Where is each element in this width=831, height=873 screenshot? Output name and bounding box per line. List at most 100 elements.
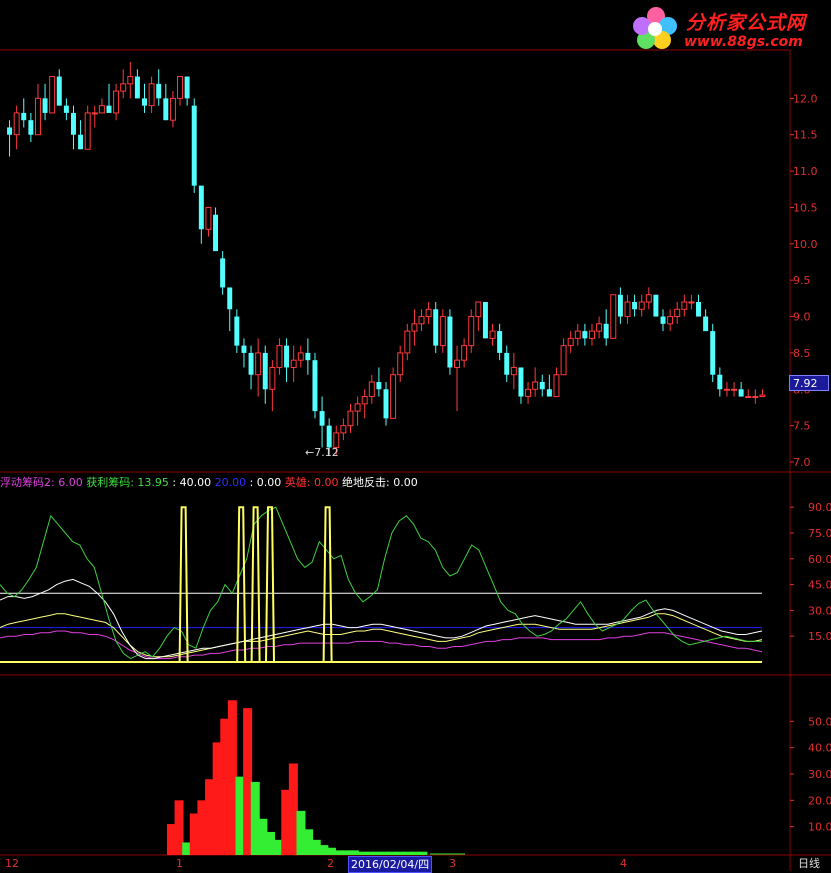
candle-body — [489, 330, 496, 339]
candle-body — [596, 323, 603, 332]
x-label-mar: 3 — [449, 857, 456, 870]
candle-body — [276, 345, 283, 368]
candle-body — [653, 294, 659, 317]
candle-body — [70, 112, 76, 135]
candle-body — [326, 425, 332, 448]
indicator-tick-label: 90.0 — [808, 501, 831, 514]
candle-body — [397, 352, 404, 376]
candle-body — [49, 76, 56, 114]
candle-body — [447, 316, 453, 368]
indicator-tick-label: 30.0 — [808, 604, 831, 617]
candle-body — [98, 105, 105, 114]
legend-blue-line: 20.00 — [211, 476, 247, 489]
candle-body — [241, 345, 247, 353]
price-tick-label: 8.5 — [793, 347, 811, 360]
price-tick-label: 9.0 — [793, 311, 811, 324]
candle-body — [191, 105, 197, 186]
legend-counterattack: 绝地反击: 0.00 — [338, 476, 418, 489]
period-label[interactable]: 日线 — [798, 856, 820, 871]
volume-tick-label: 30.0 — [808, 768, 831, 781]
candle-body — [120, 83, 127, 92]
legend-profit-chips: 获利筹码: 13.95 — [82, 476, 169, 489]
candle-body — [284, 345, 290, 368]
indicator-tick-label: 60.0 — [808, 553, 831, 566]
candle-body — [28, 120, 34, 135]
candle-body — [290, 359, 297, 368]
candle-body — [404, 330, 411, 354]
candle-body — [106, 105, 112, 113]
candle-body — [184, 76, 190, 99]
last-price-tag: 7.92 — [789, 375, 829, 391]
volume-tick-label: 50.0 — [808, 715, 831, 728]
candle-body — [255, 352, 262, 376]
candle-body — [638, 301, 645, 310]
candle-body — [262, 352, 268, 390]
price-tick-label: 9.5 — [793, 274, 811, 287]
candle-body — [127, 76, 134, 85]
candle-body — [745, 396, 752, 399]
candle-body — [553, 374, 560, 398]
candle-body — [532, 381, 539, 390]
profit-chips-line — [0, 506, 762, 660]
candle-body — [738, 389, 744, 397]
candle-body — [632, 302, 638, 310]
candle-body — [198, 185, 204, 230]
candle-body — [305, 352, 311, 361]
x-label-dec: 12 — [5, 857, 19, 870]
candle-body — [645, 294, 652, 303]
candle-body — [148, 83, 155, 107]
candle-body — [454, 359, 461, 368]
candle-body — [696, 302, 702, 317]
candle-body — [376, 382, 382, 390]
candle-body — [660, 316, 666, 324]
candle-body — [411, 323, 418, 332]
candle-body — [710, 331, 716, 375]
candle-body — [213, 214, 219, 252]
candle-body — [617, 294, 623, 317]
candle-body — [518, 367, 524, 397]
candle-body — [439, 316, 446, 347]
candle-body — [361, 396, 368, 405]
candle-body — [504, 352, 510, 375]
candle-body — [752, 396, 759, 399]
candle-body — [354, 403, 361, 412]
candle-body — [227, 287, 233, 310]
candle-body — [63, 105, 69, 113]
candle-body — [78, 134, 84, 150]
candle-body — [297, 352, 304, 361]
price-tick-label: 11.0 — [793, 165, 818, 178]
candle-body — [319, 411, 325, 426]
candle-body — [177, 76, 184, 99]
candle-body — [574, 330, 581, 339]
candle-body — [433, 309, 439, 346]
candle-body — [497, 331, 503, 353]
candle-body — [425, 308, 432, 318]
candle-body — [560, 345, 567, 376]
x-label-apr: 4 — [620, 857, 627, 870]
candle-body — [368, 381, 375, 398]
volume-tick-label: 10.0 — [808, 821, 831, 834]
candle-body — [205, 206, 212, 230]
candle-body — [624, 301, 631, 318]
logo-url: www.88gs.com — [684, 34, 803, 50]
candle-body — [468, 316, 475, 347]
candle-body — [475, 301, 482, 318]
candle-body — [482, 302, 488, 339]
candle-body — [56, 76, 62, 106]
low-price-label: ←7.12 — [305, 446, 339, 459]
price-tick-label: 11.5 — [793, 129, 818, 142]
signal-spike — [322, 506, 333, 663]
price-tick-label: 7.0 — [793, 456, 811, 469]
candle-body — [383, 389, 389, 419]
stock-chart[interactable]: 12.011.511.010.510.09.59.08.58.07.57.090… — [0, 0, 831, 873]
candle-body — [510, 366, 517, 376]
candle-body — [703, 316, 709, 332]
candle-body — [588, 330, 595, 339]
candle-body — [248, 352, 254, 375]
candle-body — [91, 112, 98, 115]
candle-body — [312, 360, 318, 412]
volume-bar — [418, 851, 428, 855]
logo-title: 分析家公式网 — [686, 12, 807, 34]
legend-floating-chips: 浮动筹码2: 6.00 — [0, 476, 83, 489]
candle-body — [539, 382, 545, 390]
